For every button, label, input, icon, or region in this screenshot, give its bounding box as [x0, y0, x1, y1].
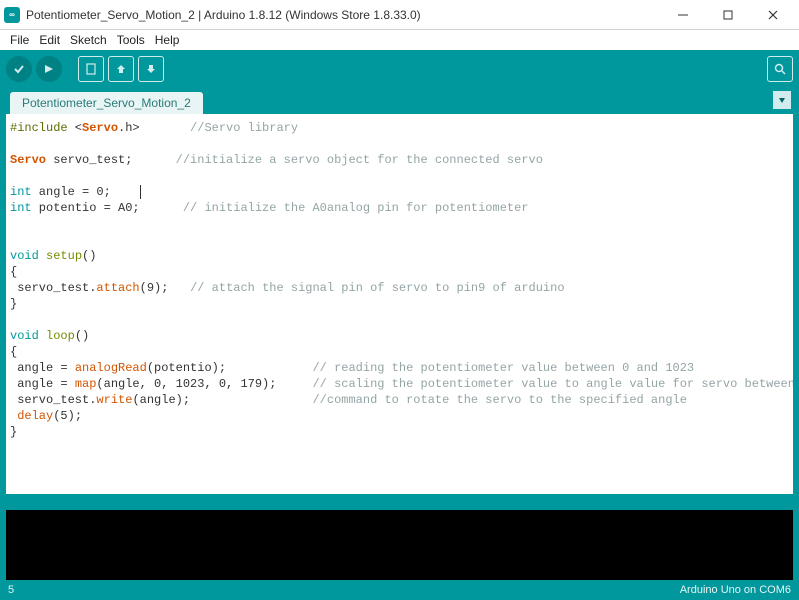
- close-button[interactable]: [750, 1, 795, 29]
- menu-sketch[interactable]: Sketch: [66, 32, 111, 48]
- status-bar: 5 Arduino Uno on COM6: [0, 580, 799, 600]
- text-cursor: [140, 185, 141, 199]
- menu-tools[interactable]: Tools: [113, 32, 149, 48]
- sketch-tab[interactable]: Potentiometer_Servo_Motion_2: [10, 92, 203, 114]
- window-title: Potentiometer_Servo_Motion_2 | Arduino 1…: [26, 8, 660, 22]
- maximize-button[interactable]: [705, 1, 750, 29]
- menu-bar: File Edit Sketch Tools Help: [0, 30, 799, 50]
- save-sketch-button[interactable]: [138, 56, 164, 82]
- toolbar: [0, 50, 799, 88]
- editor-console-divider[interactable]: [0, 494, 799, 510]
- serial-monitor-button[interactable]: [767, 56, 793, 82]
- open-sketch-button[interactable]: [108, 56, 134, 82]
- menu-file[interactable]: File: [6, 32, 33, 48]
- arduino-app-icon: ∞: [4, 7, 20, 23]
- menu-help[interactable]: Help: [151, 32, 184, 48]
- new-sketch-button[interactable]: [78, 56, 104, 82]
- tab-bar: Potentiometer_Servo_Motion_2: [0, 88, 799, 114]
- status-line-number: 5: [8, 584, 14, 596]
- verify-button[interactable]: [6, 56, 32, 82]
- tab-menu-button[interactable]: [773, 91, 791, 109]
- menu-edit[interactable]: Edit: [35, 32, 64, 48]
- minimize-button[interactable]: [660, 1, 705, 29]
- status-board-port: Arduino Uno on COM6: [680, 584, 791, 596]
- upload-button[interactable]: [36, 56, 62, 82]
- window-titlebar: ∞ Potentiometer_Servo_Motion_2 | Arduino…: [0, 0, 799, 30]
- code-editor[interactable]: #include <Servo.h> //Servo library Servo…: [0, 114, 799, 494]
- window-controls: [660, 1, 795, 29]
- code-content[interactable]: #include <Servo.h> //Servo library Servo…: [10, 120, 789, 440]
- output-console[interactable]: [0, 510, 799, 580]
